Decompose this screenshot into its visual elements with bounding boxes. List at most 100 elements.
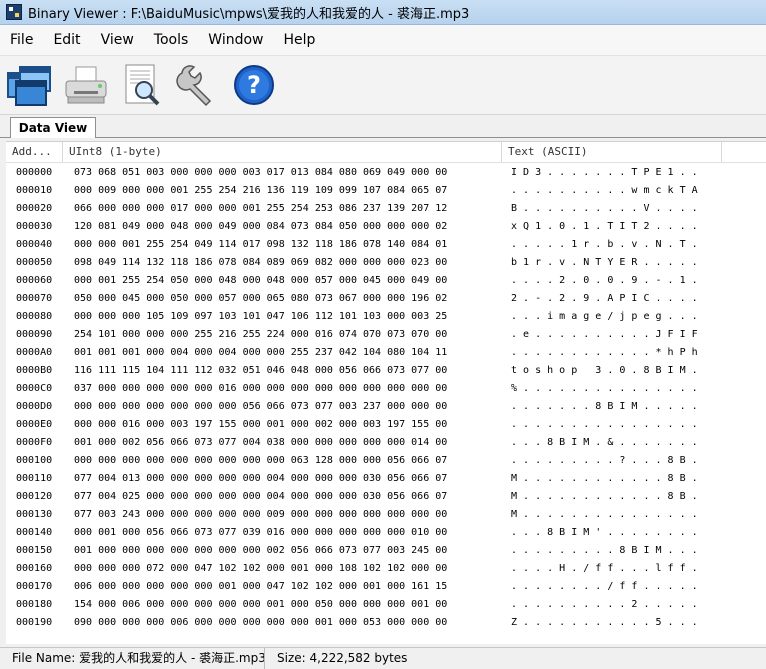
app-icon bbox=[6, 4, 22, 20]
help-button[interactable]: ? bbox=[228, 59, 280, 111]
bytes-cell: 001 001 001 000 004 000 004 000 000 255 … bbox=[74, 347, 448, 358]
bytes-cell: 000 000 016 000 003 197 155 000 001 000 … bbox=[74, 419, 448, 430]
table-row[interactable]: 000160 000 000 000 072 000 047 102 102 00… bbox=[6, 560, 766, 578]
ascii-cell: . . . . . . . 8 B I M . . . . . bbox=[511, 401, 698, 412]
ascii-cell: t o s h o p 3 . 0 . 8 B I M . bbox=[511, 365, 698, 376]
table-row[interactable]: 0000F0 001 000 002 056 066 073 077 004 03… bbox=[6, 434, 766, 452]
table-row[interactable]: 000090 254 101 000 000 000 255 216 255 22… bbox=[6, 326, 766, 344]
address-cell: 000100 bbox=[16, 455, 53, 466]
address-cell: 000050 bbox=[16, 257, 53, 268]
table-row[interactable]: 000050 098 049 114 132 118 186 078 084 08… bbox=[6, 254, 766, 272]
ascii-cell: M . . . . . . . . . . . . . . . bbox=[511, 509, 698, 520]
tab-data-view[interactable]: Data View bbox=[10, 117, 96, 138]
address-cell: 000120 bbox=[16, 491, 53, 502]
print-button[interactable] bbox=[60, 59, 112, 111]
bytes-cell: 000 000 000 072 000 047 102 102 000 001 … bbox=[74, 563, 448, 574]
title-bar: Binary Viewer : F:\BaiduMusic\mpws\爱我的人和… bbox=[0, 0, 766, 25]
ascii-cell: . . . . . 1 r . b . v . N . T . bbox=[511, 239, 698, 250]
table-row[interactable]: 000080 000 000 000 105 109 097 103 101 04… bbox=[6, 308, 766, 326]
ascii-cell: . . . . 2 . 0 . 0 . 9 . - . 1 . bbox=[511, 275, 698, 286]
table-row[interactable]: 000000 073 068 051 003 000 000 000 003 01… bbox=[6, 164, 766, 182]
bytes-cell: 077 004 025 000 000 000 000 000 004 000 … bbox=[74, 491, 448, 502]
table-row[interactable]: 000060 000 001 255 254 050 000 048 000 04… bbox=[6, 272, 766, 290]
bytes-cell: 000 000 001 255 254 049 114 017 098 132 … bbox=[74, 239, 448, 250]
table-row[interactable]: 000100 000 000 000 000 000 000 000 000 00… bbox=[6, 452, 766, 470]
preview-button[interactable] bbox=[116, 59, 168, 111]
status-file-name: File Name: 爱我的人和我爱的人 - 裘海正.mp3 bbox=[12, 651, 266, 665]
address-cell: 000190 bbox=[16, 617, 53, 628]
ascii-cell: % . . . . . . . . . . . . . . . bbox=[511, 383, 698, 394]
address-cell: 000170 bbox=[16, 581, 53, 592]
ascii-cell: . . . . H . / f f . . . l f f . bbox=[511, 563, 698, 574]
address-cell: 000030 bbox=[16, 221, 53, 232]
status-bar: File Name: 爱我的人和我爱的人 - 裘海正.mp3 Size: 4,2… bbox=[0, 647, 766, 669]
address-cell: 000010 bbox=[16, 185, 53, 196]
column-header-text[interactable]: Text (ASCII) bbox=[502, 142, 722, 162]
data-grid[interactable]: Add... UInt8 (1-byte) Text (ASCII) 00000… bbox=[6, 141, 766, 644]
bytes-cell: 000 000 000 000 000 000 000 000 000 063 … bbox=[74, 455, 448, 466]
table-row[interactable]: 000040 000 000 001 255 254 049 114 017 09… bbox=[6, 236, 766, 254]
table-row[interactable]: 0000C0 037 000 000 000 000 000 016 000 00… bbox=[6, 380, 766, 398]
table-row[interactable]: 000140 000 001 000 056 066 073 077 039 01… bbox=[6, 524, 766, 542]
column-header-address[interactable]: Add... bbox=[6, 142, 63, 162]
status-size: Size: 4,222,582 bytes bbox=[264, 648, 407, 669]
table-row[interactable]: 000130 077 003 243 000 000 000 000 000 00… bbox=[6, 506, 766, 524]
ascii-cell: . . . . . . . . . ? . . . 8 B . bbox=[511, 455, 698, 466]
bytes-cell: 077 004 013 000 000 000 000 000 004 000 … bbox=[74, 473, 448, 484]
address-cell: 000110 bbox=[16, 473, 53, 484]
menu-help[interactable]: Help bbox=[274, 25, 326, 55]
table-row[interactable]: 000180 154 000 006 000 000 000 000 000 00… bbox=[6, 596, 766, 614]
table-row[interactable]: 000010 000 009 000 000 001 255 254 216 13… bbox=[6, 182, 766, 200]
table-row[interactable]: 000170 006 000 000 000 000 000 001 000 04… bbox=[6, 578, 766, 596]
print-icon bbox=[65, 66, 107, 104]
tools-wrench-icon bbox=[176, 65, 212, 107]
bytes-cell: 000 009 000 000 001 255 254 216 136 119 … bbox=[74, 185, 448, 196]
bytes-cell: 000 001 255 254 050 000 048 000 048 000 … bbox=[74, 275, 448, 286]
table-row[interactable]: 000120 077 004 025 000 000 000 000 000 00… bbox=[6, 488, 766, 506]
table-row[interactable]: 000020 066 000 000 000 017 000 000 001 25… bbox=[6, 200, 766, 218]
table-row[interactable]: 0000A0 001 001 001 000 004 000 004 000 00… bbox=[6, 344, 766, 362]
ascii-cell: . . . . . . . . . 8 B I M . . . bbox=[511, 545, 698, 556]
menu-edit[interactable]: Edit bbox=[43, 25, 90, 55]
table-row[interactable]: 0000B0 116 111 115 104 111 112 032 051 04… bbox=[6, 362, 766, 380]
address-cell: 000130 bbox=[16, 509, 53, 520]
bytes-cell: 154 000 006 000 000 000 000 000 001 000 … bbox=[74, 599, 448, 610]
bytes-cell: 090 000 000 000 006 000 000 000 000 000 … bbox=[74, 617, 448, 628]
menu-window[interactable]: Window bbox=[198, 25, 273, 55]
open-windows-button[interactable] bbox=[4, 59, 56, 111]
table-row[interactable]: 0000E0 000 000 016 000 003 197 155 000 00… bbox=[6, 416, 766, 434]
address-cell: 000160 bbox=[16, 563, 53, 574]
tools-button[interactable] bbox=[172, 59, 224, 111]
address-cell: 000090 bbox=[16, 329, 53, 340]
ascii-cell: . . . . . . . . . . 2 . . . . . bbox=[511, 599, 698, 610]
svg-text:?: ? bbox=[247, 71, 261, 99]
table-row[interactable]: 000110 077 004 013 000 000 000 000 000 00… bbox=[6, 470, 766, 488]
grid-rows: 000000 073 068 051 003 000 000 000 003 01… bbox=[6, 164, 766, 632]
address-cell: 0000C0 bbox=[16, 383, 53, 394]
menu-bar: File Edit View Tools Window Help bbox=[0, 25, 766, 56]
address-cell: 0000D0 bbox=[16, 401, 53, 412]
bytes-cell: 000 001 000 056 066 073 077 039 016 000 … bbox=[74, 527, 448, 538]
bytes-cell: 098 049 114 132 118 186 078 084 089 069 … bbox=[74, 257, 448, 268]
tab-strip: Data View bbox=[0, 115, 766, 138]
menu-file[interactable]: File bbox=[0, 25, 43, 55]
ascii-cell: . e . . . . . . . . . . J F I F bbox=[511, 329, 698, 340]
table-row[interactable]: 000190 090 000 000 000 006 000 000 000 00… bbox=[6, 614, 766, 632]
ascii-cell: I D 3 . . . . . . . T P E 1 . . bbox=[511, 167, 698, 178]
bytes-cell: 037 000 000 000 000 000 016 000 000 000 … bbox=[74, 383, 448, 394]
address-cell: 0000F0 bbox=[16, 437, 53, 448]
address-cell: 000080 bbox=[16, 311, 53, 322]
bytes-cell: 050 000 045 000 050 000 057 000 065 080 … bbox=[74, 293, 448, 304]
address-cell: 000060 bbox=[16, 275, 53, 286]
help-icon: ? bbox=[234, 65, 274, 105]
menu-view[interactable]: View bbox=[91, 25, 144, 55]
toolbar: ? bbox=[0, 56, 766, 115]
menu-tools[interactable]: Tools bbox=[144, 25, 199, 55]
address-cell: 000040 bbox=[16, 239, 53, 250]
table-row[interactable]: 000150 001 000 000 000 000 000 000 000 00… bbox=[6, 542, 766, 560]
ascii-cell: Z . . . . . . . . . . . 5 . . . bbox=[511, 617, 698, 628]
table-row[interactable]: 000030 120 081 049 000 048 000 049 000 08… bbox=[6, 218, 766, 236]
column-header-uint8[interactable]: UInt8 (1-byte) bbox=[63, 142, 502, 162]
table-row[interactable]: 0000D0 000 000 000 000 000 000 000 056 06… bbox=[6, 398, 766, 416]
table-row[interactable]: 000070 050 000 045 000 050 000 057 000 06… bbox=[6, 290, 766, 308]
